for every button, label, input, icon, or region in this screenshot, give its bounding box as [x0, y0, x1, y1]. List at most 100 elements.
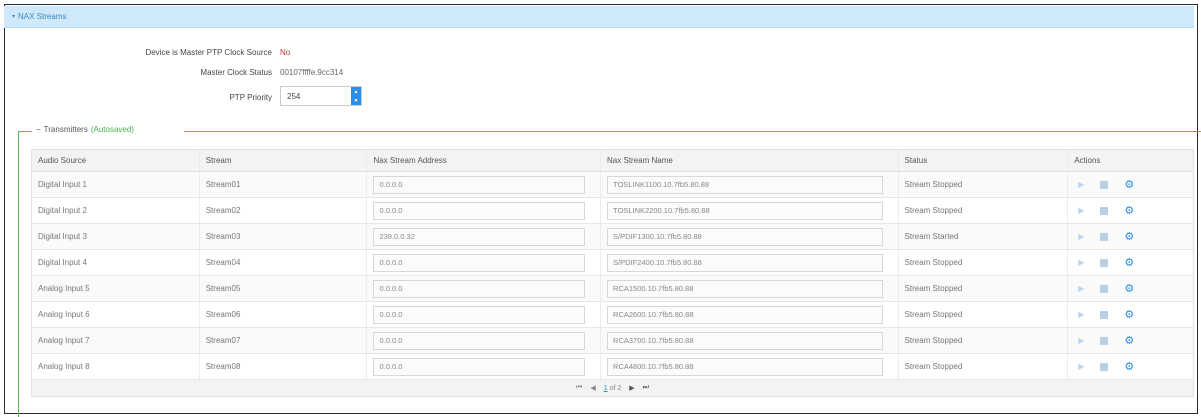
column-header[interactable]: Stream [200, 150, 368, 171]
stepper-buttons[interactable]: ▲ ▼ [351, 87, 361, 105]
last-page-icon[interactable]: ⏭ [643, 384, 649, 392]
status-cell: Stream Stopped [899, 328, 1069, 353]
play-icon[interactable]: ▶ [1078, 232, 1084, 241]
status-cell: Stream Stopped [899, 354, 1069, 379]
master-clock-row: Master Clock Status 00107ffffe.9cc314 [0, 68, 343, 77]
stream-name-input[interactable]: RCA1500.10.7fb5.80.88 [607, 279, 884, 298]
gear-icon[interactable]: ⚙ [1124, 308, 1134, 321]
play-icon[interactable]: ▶ [1078, 206, 1084, 215]
first-page-icon[interactable]: ⏮ [576, 384, 582, 392]
stream-address-input[interactable]: 0.0.0.0 [373, 201, 586, 220]
gear-icon[interactable]: ⚙ [1124, 334, 1134, 347]
stop-icon[interactable] [1100, 180, 1109, 189]
transmitters-legend[interactable]: − Transmitters (Autosaved) [36, 125, 134, 134]
stop-icon[interactable] [1100, 284, 1109, 293]
gear-icon[interactable]: ⚙ [1124, 282, 1134, 295]
column-header[interactable]: Audio Source [32, 150, 200, 171]
address-cell: 0.0.0.0 [367, 302, 602, 327]
column-header[interactable]: Status [899, 150, 1069, 171]
audio-source-cell: Analog Input 5 [32, 276, 200, 301]
table-row: Digital Input 1 Stream01 0.0.0.0 TOSLINK110… [32, 172, 1193, 198]
ptp-priority-value[interactable]: 254 [281, 92, 351, 101]
transmitters-label: Transmitters [43, 125, 88, 134]
stream-cell: Stream04 [200, 250, 368, 275]
stream-address-input[interactable]: 0.0.0.0 [373, 331, 586, 350]
pagination: ⏮ ◀ 1 of 2 ▶ ⏭ [32, 380, 1193, 396]
stream-name-input[interactable]: S/PDIF2400.10.7fb5.80.88 [607, 253, 884, 272]
play-icon[interactable]: ▶ [1078, 258, 1084, 267]
play-icon[interactable]: ▶ [1078, 180, 1084, 189]
master-ptp-label: Device is Master PTP Clock Source [145, 48, 272, 57]
table-row: Digital Input 2 Stream02 0.0.0.0 TOSLINK220… [32, 198, 1193, 224]
play-icon[interactable]: ▶ [1078, 310, 1084, 319]
current-page[interactable]: 1 [604, 385, 608, 392]
master-ptp-value: No [280, 48, 291, 57]
address-cell: 0.0.0.0 [367, 250, 602, 275]
play-icon[interactable]: ▶ [1078, 362, 1084, 371]
name-cell: S/PDIF2400.10.7fb5.80.88 [601, 250, 899, 275]
chevron-down-icon[interactable]: ▼ [354, 98, 359, 104]
name-cell: TOSLINK2200.10.7fb5.80.88 [601, 198, 899, 223]
status-cell: Stream Stopped [899, 302, 1069, 327]
stream-address-input[interactable]: 239.0.0.32 [373, 227, 586, 246]
stream-name-input[interactable]: RCA3700.10.7fb5.80.88 [607, 331, 884, 350]
stream-name-input[interactable]: S/PDIF1300.10.7fb5.80.88 [607, 227, 884, 246]
audio-source-cell: Analog Input 7 [32, 328, 200, 353]
name-cell: RCA2600.10.7fb5.80.88 [601, 302, 899, 327]
stop-icon[interactable] [1100, 362, 1109, 371]
stream-name-input[interactable]: TOSLINK2200.10.7fb5.80.88 [607, 201, 884, 220]
audio-source-cell: Digital Input 2 [32, 198, 200, 223]
table-row: Analog Input 5 Stream05 0.0.0.0 RCA1500.10.… [32, 276, 1193, 302]
next-page-icon[interactable]: ▶ [629, 384, 634, 392]
stream-address-input[interactable]: 0.0.0.0 [373, 279, 586, 298]
section-title: NAX Streams [18, 12, 67, 21]
name-cell: RCA1500.10.7fb5.80.88 [601, 276, 899, 301]
name-cell: TOSLINK1100.10.7fb5.80.88 [601, 172, 899, 197]
table-row: Analog Input 8 Stream08 0.0.0.0 RCA4800.10.… [32, 354, 1193, 380]
column-header[interactable]: Nax Stream Address [367, 150, 602, 171]
gear-icon[interactable]: ⚙ [1124, 178, 1134, 191]
collapse-icon[interactable]: − [36, 125, 41, 134]
ptp-priority-row: PTP Priority 254 ▲ ▼ [0, 86, 362, 106]
address-cell: 0.0.0.0 [367, 276, 602, 301]
gear-icon[interactable]: ⚙ [1124, 360, 1134, 373]
stream-name-input[interactable]: TOSLINK1100.10.7fb5.80.88 [607, 175, 884, 194]
stop-icon[interactable] [1100, 232, 1109, 241]
play-icon[interactable]: ▶ [1078, 284, 1084, 293]
ptp-priority-stepper[interactable]: 254 ▲ ▼ [280, 86, 362, 106]
stop-icon[interactable] [1100, 258, 1109, 267]
caret-down-icon: ▾ [12, 14, 16, 20]
actions-cell: ▶ ⚙ [1068, 276, 1193, 301]
audio-source-cell: Analog Input 6 [32, 302, 200, 327]
transmitters-table: Audio Source Stream Nax Stream Address N… [31, 149, 1194, 397]
nax-streams-header[interactable]: ▾ NAX Streams [4, 6, 1194, 28]
name-cell: S/PDIF1300.10.7fb5.80.88 [601, 224, 899, 249]
stop-icon[interactable] [1100, 310, 1109, 319]
master-ptp-row: Device is Master PTP Clock Source No [0, 48, 290, 57]
stream-address-input[interactable]: 0.0.0.0 [373, 305, 586, 324]
stream-address-input[interactable]: 0.0.0.0 [373, 357, 586, 376]
name-cell: RCA3700.10.7fb5.80.88 [601, 328, 899, 353]
address-cell: 239.0.0.32 [367, 224, 602, 249]
chevron-up-icon[interactable]: ▲ [354, 89, 359, 95]
gear-icon[interactable]: ⚙ [1124, 230, 1134, 243]
prev-page-icon[interactable]: ◀ [590, 384, 595, 392]
status-cell: Stream Stopped [899, 172, 1069, 197]
stream-cell: Stream06 [200, 302, 368, 327]
table-header: Audio Source Stream Nax Stream Address N… [32, 150, 1193, 172]
actions-cell: ▶ ⚙ [1068, 302, 1193, 327]
play-icon[interactable]: ▶ [1078, 336, 1084, 345]
address-cell: 0.0.0.0 [367, 354, 602, 379]
column-header[interactable]: Nax Stream Name [601, 150, 899, 171]
stream-name-input[interactable]: RCA2600.10.7fb5.80.88 [607, 305, 884, 324]
address-cell: 0.0.0.0 [367, 328, 602, 353]
stop-icon[interactable] [1100, 336, 1109, 345]
stream-name-input[interactable]: RCA4800.10.7fb5.80.88 [607, 357, 884, 376]
stream-address-input[interactable]: 0.0.0.0 [373, 175, 586, 194]
stream-address-input[interactable]: 0.0.0.0 [373, 253, 586, 272]
gear-icon[interactable]: ⚙ [1124, 256, 1134, 269]
gear-icon[interactable]: ⚙ [1124, 204, 1134, 217]
stop-icon[interactable] [1100, 206, 1109, 215]
table-body: Digital Input 1 Stream01 0.0.0.0 TOSLINK110… [32, 172, 1193, 380]
table-row: Digital Input 3 Stream03 239.0.0.32 S/PDIF1… [32, 224, 1193, 250]
